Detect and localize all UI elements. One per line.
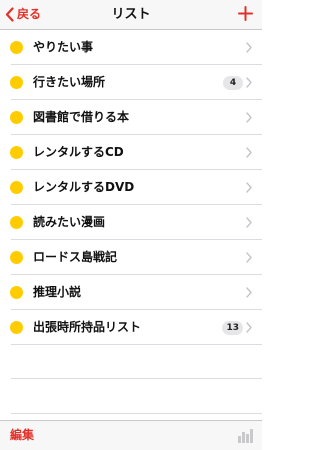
list-item[interactable]: 読みたい漫画: [0, 205, 262, 240]
list-item-label: やりたい事: [33, 40, 94, 54]
list-item[interactable]: レンタルするCD: [0, 135, 262, 170]
list-item-label: レンタルするCD: [33, 145, 124, 159]
list-item-label: 行きたい場所: [33, 75, 106, 89]
list-item[interactable]: 図書館で借りる本: [0, 100, 262, 135]
list-item[interactable]: やりたい事: [0, 30, 262, 65]
list-item[interactable]: 推理小説: [0, 275, 262, 310]
list-item-label: 読みたい漫画: [33, 215, 106, 229]
page-title: リスト: [111, 7, 151, 22]
yellow-dot-icon: [10, 216, 23, 229]
yellow-dot-icon: [10, 286, 23, 299]
chevron-right-icon: [246, 217, 252, 228]
yellow-dot-icon: [10, 76, 23, 89]
chevron-right-icon: [246, 182, 252, 193]
bottom-toolbar: 編集: [0, 420, 262, 450]
list-item-label: ロードス島戦記: [33, 250, 118, 264]
separator: [11, 413, 262, 414]
plus-icon: [238, 6, 253, 21]
list-item-label: 推理小説: [33, 285, 82, 299]
chevron-right-icon: [246, 252, 252, 263]
list-container: やりたい事行きたい場所 4 図書館で借りる本 レンタルするCD レンタルするDVD 読みた…: [0, 30, 262, 345]
yellow-dot-icon: [10, 146, 23, 159]
list-item[interactable]: 行きたい場所 4: [0, 65, 262, 100]
chevron-right-icon: [246, 322, 252, 333]
separator: [11, 378, 262, 379]
list-item-label: 出張時所持品リスト: [33, 320, 142, 334]
chevron-right-icon: [246, 42, 252, 53]
edit-button[interactable]: 編集: [10, 421, 34, 450]
count-badge: 13: [222, 321, 243, 335]
chevron-right-icon: [246, 147, 252, 158]
yellow-dot-icon: [10, 41, 23, 54]
bar-chart-icon[interactable]: [237, 427, 254, 444]
list-item-label: 図書館で借りる本: [33, 110, 130, 124]
list-item-label: レンタルするDVD: [33, 180, 135, 194]
yellow-dot-icon: [10, 321, 23, 334]
yellow-dot-icon: [10, 111, 23, 124]
yellow-dot-icon: [10, 251, 23, 264]
navigation-bar: 戻る リスト: [0, 0, 262, 30]
chevron-right-icon: [246, 112, 252, 123]
chevron-right-icon: [246, 77, 252, 88]
count-badge: 4: [223, 76, 243, 90]
list-item[interactable]: ロードス島戦記: [0, 240, 262, 275]
add-list-button[interactable]: [238, 6, 253, 21]
chevron-right-icon: [246, 287, 252, 298]
yellow-dot-icon: [10, 181, 23, 194]
list-item[interactable]: レンタルするDVD: [0, 170, 262, 205]
list-item[interactable]: 出張時所持品リスト 13: [0, 310, 262, 345]
